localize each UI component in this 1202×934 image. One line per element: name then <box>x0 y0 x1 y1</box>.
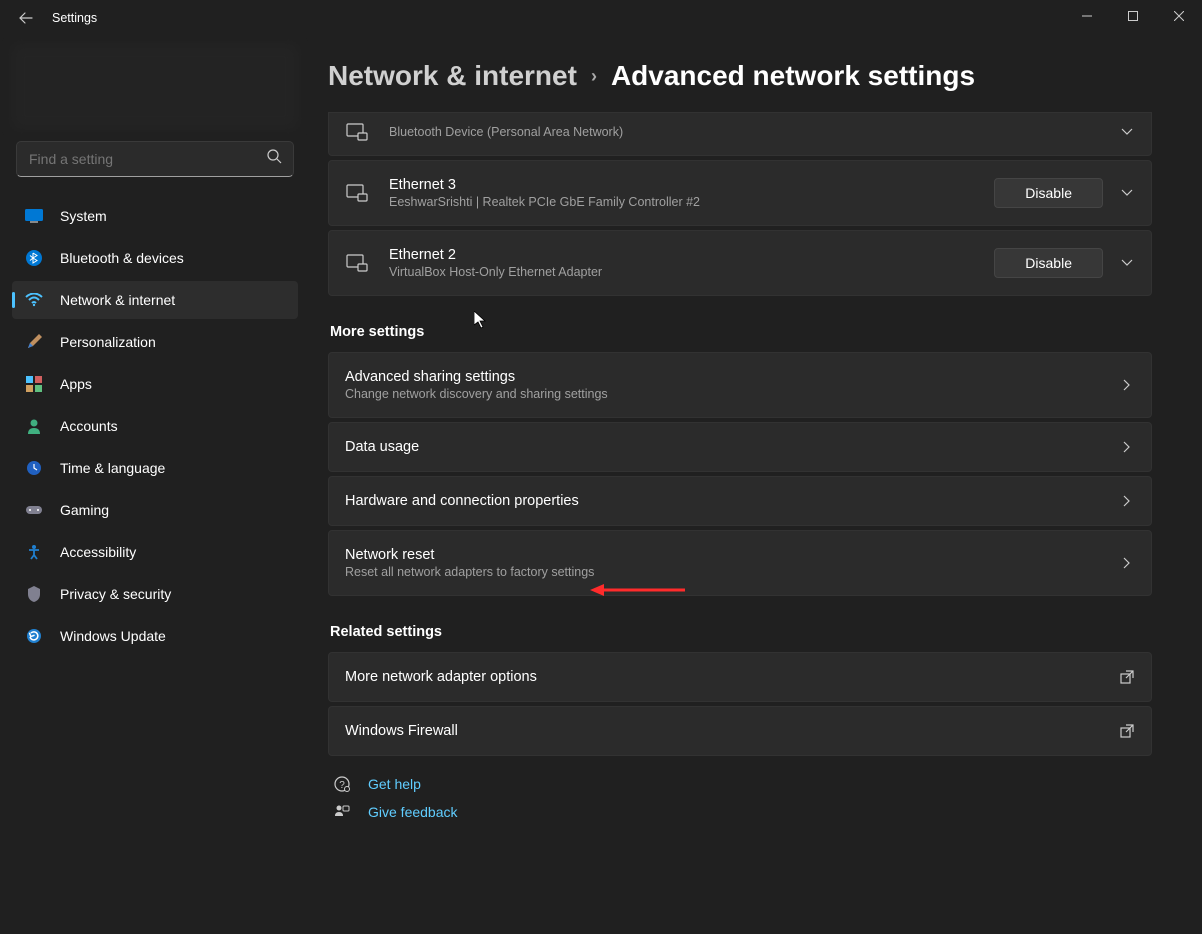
maximize-button[interactable] <box>1110 0 1156 32</box>
sidebar-item-label: Privacy & security <box>60 586 171 602</box>
close-button[interactable] <box>1156 0 1202 32</box>
maximize-icon <box>1128 11 1138 21</box>
sidebar-item-network[interactable]: Network & internet <box>12 281 298 319</box>
profile-card[interactable] <box>12 44 298 129</box>
sidebar-item-bluetooth[interactable]: Bluetooth & devices <box>12 239 298 277</box>
accessibility-icon <box>24 542 44 562</box>
row-title: Data usage <box>345 439 1119 455</box>
row-windows-firewall[interactable]: Windows Firewall <box>328 706 1152 756</box>
row-title: Windows Firewall <box>345 723 1119 739</box>
sidebar-item-personalization[interactable]: Personalization <box>12 323 298 361</box>
breadcrumb-parent[interactable]: Network & internet <box>328 60 577 92</box>
nav-list: System Bluetooth & devices Network & int… <box>12 197 298 655</box>
sidebar-item-accessibility[interactable]: Accessibility <box>12 533 298 571</box>
row-advanced-sharing[interactable]: Advanced sharing settings Change network… <box>328 352 1152 418</box>
chevron-right-icon <box>1119 441 1135 453</box>
sidebar-item-label: Bluetooth & devices <box>60 250 184 266</box>
row-title: Network reset <box>345 547 1119 563</box>
chevron-right-icon: › <box>591 66 597 87</box>
external-link-icon <box>1119 670 1135 684</box>
minimize-button[interactable] <box>1064 0 1110 32</box>
app-title: Settings <box>52 11 97 25</box>
row-title: Advanced sharing settings <box>345 369 1119 385</box>
wifi-icon <box>24 290 44 310</box>
sidebar-item-label: Accounts <box>60 418 118 434</box>
chevron-right-icon <box>1119 379 1135 391</box>
gamepad-icon <box>24 500 44 520</box>
adapter-sub: VirtualBox Host-Only Ethernet Adapter <box>389 265 994 279</box>
row-title: More network adapter options <box>345 669 1119 685</box>
apps-icon <box>24 374 44 394</box>
brush-icon <box>24 332 44 352</box>
adapter-row-ethernet2[interactable]: Ethernet 2 VirtualBox Host-Only Ethernet… <box>328 230 1152 296</box>
sidebar-item-time[interactable]: Time & language <box>12 449 298 487</box>
give-feedback-link[interactable]: Give feedback <box>368 804 458 820</box>
get-help-link[interactable]: Get help <box>368 776 421 792</box>
shield-icon <box>24 584 44 604</box>
sidebar-item-accounts[interactable]: Accounts <box>12 407 298 445</box>
row-adapter-options[interactable]: More network adapter options <box>328 652 1152 702</box>
ethernet-icon <box>345 184 369 202</box>
close-icon <box>1174 11 1184 21</box>
chevron-right-icon <box>1119 557 1135 569</box>
adapter-title: Ethernet 2 <box>389 247 994 263</box>
sidebar-item-system[interactable]: System <box>12 197 298 235</box>
chevron-down-icon[interactable] <box>1119 189 1135 197</box>
sidebar: System Bluetooth & devices Network & int… <box>0 36 310 934</box>
help-icon: ? <box>332 776 352 792</box>
chevron-down-icon[interactable] <box>1119 128 1135 136</box>
ethernet-icon <box>345 254 369 272</box>
adapter-row-bluetooth[interactable]: Bluetooth Device (Personal Area Network) <box>328 112 1152 156</box>
display-icon <box>24 206 44 226</box>
adapter-sub: EeshwarSrishti | Realtek PCIe GbE Family… <box>389 195 994 209</box>
sidebar-item-label: Network & internet <box>60 292 175 308</box>
row-sub: Reset all network adapters to factory se… <box>345 565 1119 579</box>
sidebar-item-update[interactable]: Windows Update <box>12 617 298 655</box>
content-pane: Network & internet › Advanced network se… <box>310 36 1202 934</box>
minimize-icon <box>1082 11 1092 21</box>
sidebar-item-apps[interactable]: Apps <box>12 365 298 403</box>
row-data-usage[interactable]: Data usage <box>328 422 1152 472</box>
search-input[interactable] <box>16 141 294 177</box>
sidebar-item-privacy[interactable]: Privacy & security <box>12 575 298 613</box>
titlebar: Settings <box>0 0 1202 36</box>
adapter-title: Ethernet 3 <box>389 177 994 193</box>
breadcrumb: Network & internet › Advanced network se… <box>328 60 1152 92</box>
chevron-down-icon[interactable] <box>1119 259 1135 267</box>
chevron-right-icon <box>1119 495 1135 507</box>
disable-button[interactable]: Disable <box>994 248 1103 278</box>
ethernet-icon <box>345 123 369 141</box>
search-icon <box>267 149 282 169</box>
clock-icon <box>24 458 44 478</box>
sidebar-item-label: Personalization <box>60 334 156 350</box>
sidebar-item-label: Apps <box>60 376 92 392</box>
disable-button[interactable]: Disable <box>994 178 1103 208</box>
sidebar-item-label: Gaming <box>60 502 109 518</box>
sidebar-item-label: Time & language <box>60 460 165 476</box>
section-header-more: More settings <box>330 324 1152 340</box>
sidebar-item-label: Windows Update <box>60 628 166 644</box>
sidebar-item-label: System <box>60 208 107 224</box>
bluetooth-icon <box>24 248 44 268</box>
search-container <box>16 141 294 177</box>
page-title: Advanced network settings <box>611 60 975 92</box>
sidebar-item-gaming[interactable]: Gaming <box>12 491 298 529</box>
person-icon <box>24 416 44 436</box>
adapter-sub: Bluetooth Device (Personal Area Network) <box>389 125 1119 139</box>
update-icon <box>24 626 44 646</box>
help-row: ? Get help <box>328 776 1152 792</box>
sidebar-item-label: Accessibility <box>60 544 136 560</box>
row-hardware-properties[interactable]: Hardware and connection properties <box>328 476 1152 526</box>
feedback-row: Give feedback <box>328 804 1152 820</box>
arrow-left-icon <box>19 11 33 25</box>
feedback-icon <box>332 804 352 820</box>
row-sub: Change network discovery and sharing set… <box>345 387 1119 401</box>
adapter-row-ethernet3[interactable]: Ethernet 3 EeshwarSrishti | Realtek PCIe… <box>328 160 1152 226</box>
section-header-related: Related settings <box>330 624 1152 640</box>
row-title: Hardware and connection properties <box>345 493 1119 509</box>
row-network-reset[interactable]: Network reset Reset all network adapters… <box>328 530 1152 596</box>
back-button[interactable] <box>18 10 34 26</box>
external-link-icon <box>1119 724 1135 738</box>
